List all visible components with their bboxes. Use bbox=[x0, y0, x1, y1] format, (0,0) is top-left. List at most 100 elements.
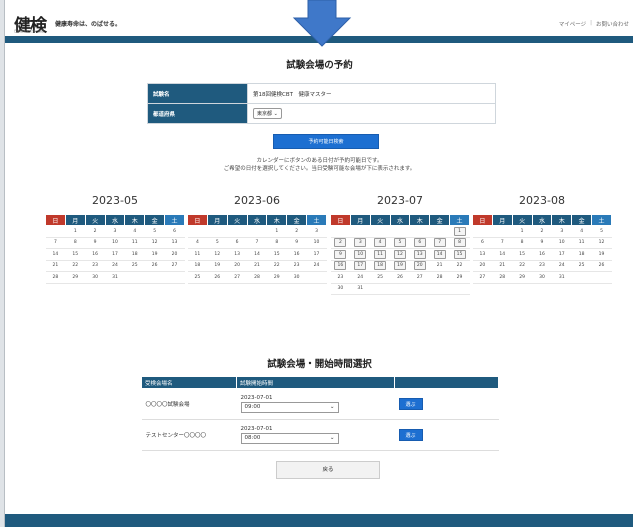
start-date: 2023-07-01 bbox=[240, 395, 273, 401]
venue-name: 〇〇〇〇試験会場 bbox=[141, 388, 237, 420]
calendar-day: 27 bbox=[164, 260, 185, 272]
calendar-day: 24 bbox=[551, 260, 572, 272]
available-day-button[interactable]: 17 bbox=[354, 261, 367, 271]
calendar-day: 10 bbox=[306, 237, 327, 249]
search-available-dates-button[interactable]: 予約可能日検索 bbox=[273, 134, 379, 149]
prefecture-label: 都道府県 bbox=[147, 103, 248, 124]
calendar-day: 4 bbox=[124, 225, 145, 238]
available-day-button[interactable]: 4 bbox=[374, 238, 387, 248]
available-day-button[interactable]: 18 bbox=[374, 261, 387, 271]
calendar-day: 25 bbox=[370, 271, 391, 284]
venue-section-title: 試験会場・開始時間選択 bbox=[267, 359, 372, 370]
action-cell: 選ぶ bbox=[394, 388, 499, 420]
available-day-button[interactable]: 13 bbox=[413, 249, 426, 259]
calendar-day: 21 bbox=[492, 260, 513, 272]
calendar-day: 26 bbox=[591, 260, 612, 272]
calendar-day: 23 bbox=[85, 260, 106, 272]
notice-line: カレンダーにボタンのある日付が予約可能日です。 bbox=[256, 158, 383, 164]
available-day-button[interactable]: 6 bbox=[413, 238, 426, 248]
calendar-day: 25 bbox=[124, 260, 145, 272]
weekday-header: 水 bbox=[246, 214, 268, 226]
available-day-button[interactable]: 5 bbox=[393, 238, 406, 248]
available-day-button[interactable]: 14 bbox=[433, 249, 446, 259]
prefecture-select[interactable]: 東京都 ⌄ bbox=[253, 108, 282, 119]
available-day-button[interactable]: 10 bbox=[354, 249, 367, 259]
calendar-day: 12 bbox=[591, 237, 612, 249]
available-day-button[interactable]: 7 bbox=[433, 238, 446, 248]
calendar-day bbox=[124, 271, 145, 284]
calendar-day: 18 bbox=[124, 248, 145, 261]
weekday-header: 日 bbox=[472, 214, 493, 226]
calendar-day: 19 bbox=[144, 248, 165, 261]
exam-name-value: 第18回健検CBT 健康マスター bbox=[247, 83, 496, 104]
calendar-day: 30 bbox=[286, 271, 307, 284]
calendar-day: 19 bbox=[390, 260, 410, 272]
calendar-day: 17 bbox=[306, 248, 327, 261]
calendar-day: 11 bbox=[124, 237, 145, 249]
available-day-button[interactable]: 2 bbox=[334, 238, 347, 248]
weekday-header: 月 bbox=[349, 214, 371, 226]
weekday-header: 日 bbox=[45, 214, 66, 226]
calendar-day bbox=[144, 271, 165, 284]
calendar-day bbox=[429, 283, 450, 295]
available-day-button[interactable]: 20 bbox=[413, 261, 426, 271]
start-time-select[interactable]: 09:00 ⌄ bbox=[240, 402, 339, 413]
calendar-day: 27 bbox=[409, 271, 430, 284]
calendar-day bbox=[472, 225, 493, 238]
calendar-day: 17 bbox=[551, 248, 572, 261]
calendar-day bbox=[330, 225, 351, 238]
calendar-day: 28 bbox=[247, 271, 267, 284]
calendar-month: 2023-05 日月火水木金土 1 2 3 4 5 6 7 8 9 10 11 12 13 14 15 16 17 1… bbox=[45, 194, 185, 284]
available-day-button[interactable]: 12 bbox=[393, 249, 406, 259]
available-day-button[interactable]: 8 bbox=[453, 238, 466, 248]
calendar-day: 18 bbox=[571, 248, 592, 261]
calendar-day: 20 bbox=[472, 260, 493, 272]
calendar-day bbox=[207, 225, 228, 238]
available-day-button[interactable]: 16 bbox=[334, 261, 347, 271]
available-day-button[interactable]: 11 bbox=[374, 249, 387, 259]
weekday-header: 月 bbox=[206, 214, 228, 226]
calendar-day: 6 bbox=[227, 237, 248, 249]
calendar-day: 14 bbox=[429, 248, 450, 261]
calendar-day: 31 bbox=[105, 271, 125, 284]
calendar-day: 11 bbox=[370, 248, 391, 261]
calendar-day: 14 bbox=[492, 248, 513, 261]
weekday-header: 木 bbox=[551, 214, 573, 226]
calendar-day: 5 bbox=[144, 225, 165, 238]
available-day-button[interactable]: 15 bbox=[453, 249, 466, 259]
contact-link[interactable]: お問い合わせ bbox=[596, 20, 629, 28]
calendar-day bbox=[45, 225, 66, 238]
calendar-day: 26 bbox=[207, 271, 228, 284]
calendar-title: 2023-07 bbox=[377, 194, 423, 207]
logo-subtitle: 日本健康マスター検定 bbox=[14, 29, 45, 33]
calendar-day: 31 bbox=[350, 283, 371, 295]
action-cell: 選ぶ bbox=[394, 419, 499, 451]
chevron-down-icon: ⌄ bbox=[273, 111, 278, 117]
select-venue-button[interactable]: 選ぶ bbox=[398, 429, 423, 441]
back-button[interactable]: 戻る bbox=[276, 461, 380, 479]
select-venue-button[interactable]: 選ぶ bbox=[398, 398, 423, 410]
available-day-button[interactable]: 19 bbox=[393, 261, 406, 271]
calendar-day bbox=[409, 283, 430, 295]
weekday-header: 金 bbox=[429, 214, 451, 226]
calendar-day: 12 bbox=[390, 248, 410, 261]
calendar-day bbox=[409, 225, 430, 238]
calendar-day: 1 bbox=[65, 225, 86, 238]
mypage-link[interactable]: マイページ bbox=[559, 20, 586, 28]
start-time-select[interactable]: 08:00 ⌄ bbox=[240, 433, 339, 444]
page-title: 試験会場の予約 bbox=[286, 60, 353, 71]
start-time-value: 08:00 bbox=[244, 435, 261, 441]
calendar-day: 15 bbox=[65, 248, 86, 261]
available-day-button[interactable]: 1 bbox=[453, 226, 466, 236]
calendar-day: 1 bbox=[266, 225, 287, 238]
available-day-button[interactable]: 9 bbox=[334, 249, 347, 259]
calendar-day: 16 bbox=[286, 248, 307, 261]
calendar-day: 3 bbox=[350, 237, 371, 249]
calendar-day: 13 bbox=[227, 248, 248, 261]
venue-table: 受検会場名 試験開始時間 〇〇〇〇試験会場 2023-07-01 09:00 ⌄ … bbox=[141, 376, 499, 451]
calendar-day: 17 bbox=[350, 260, 371, 272]
available-day-button[interactable]: 3 bbox=[354, 238, 367, 248]
calendar-day: 14 bbox=[247, 248, 267, 261]
calendar-grid: 日月火水木金土 1 2 3 4 5 6 7 8 9 10 11 12 13 14 15 16 17 18 19 20 21… bbox=[45, 214, 185, 284]
calendar-day: 3 bbox=[306, 225, 327, 238]
